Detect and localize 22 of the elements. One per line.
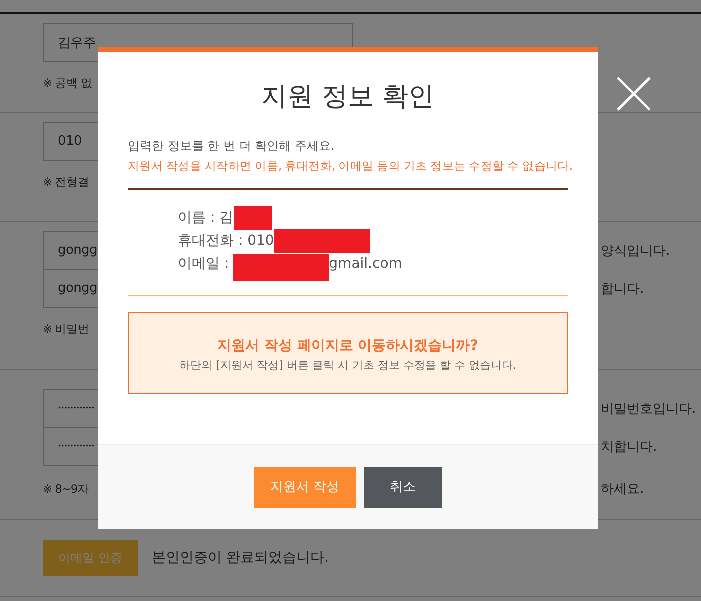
hint-text: ※ 비밀번 <box>43 322 90 337</box>
submit-button[interactable]: 지원서 작성 <box>254 466 356 508</box>
cancel-button[interactable]: 취소 <box>364 466 442 508</box>
verify-status-text: 본인인증이 완료되었습니다. <box>152 549 329 567</box>
validation-text: 비밀번호입니다. <box>601 400 696 418</box>
info-text: 이름 : 김 <box>178 209 234 228</box>
hint-text: ※ 8~9자 <box>43 482 90 496</box>
hint-text: ※ 전형결 <box>43 175 90 190</box>
notice-title: 지원서 작성 페이지로 이동하시겠습니까? <box>218 337 478 355</box>
intro-text: 입력한 정보를 한 번 더 확인해 주세요. <box>128 138 336 155</box>
validation-text: 합니다. <box>601 281 644 298</box>
hint-text: 하세요. <box>601 481 644 498</box>
hint-text: ※ 공백 없 <box>43 76 93 91</box>
close-icon[interactable] <box>617 77 651 111</box>
info-text: gmail.com <box>329 255 402 274</box>
info-text: 휴대전화 : 010 <box>178 232 274 251</box>
validation-text: 양식입니다. <box>601 242 670 260</box>
redaction-block <box>234 206 272 230</box>
info-text: 이메일 : <box>178 255 230 274</box>
validation-text: 치합니다. <box>601 439 658 456</box>
modal-title: 지원 정보 확인 <box>260 81 436 114</box>
notice-text: 하단의 [지원서 작성] 버튼 클릭 시 기초 정보 수정을 할 수 없습니다. <box>180 358 516 373</box>
